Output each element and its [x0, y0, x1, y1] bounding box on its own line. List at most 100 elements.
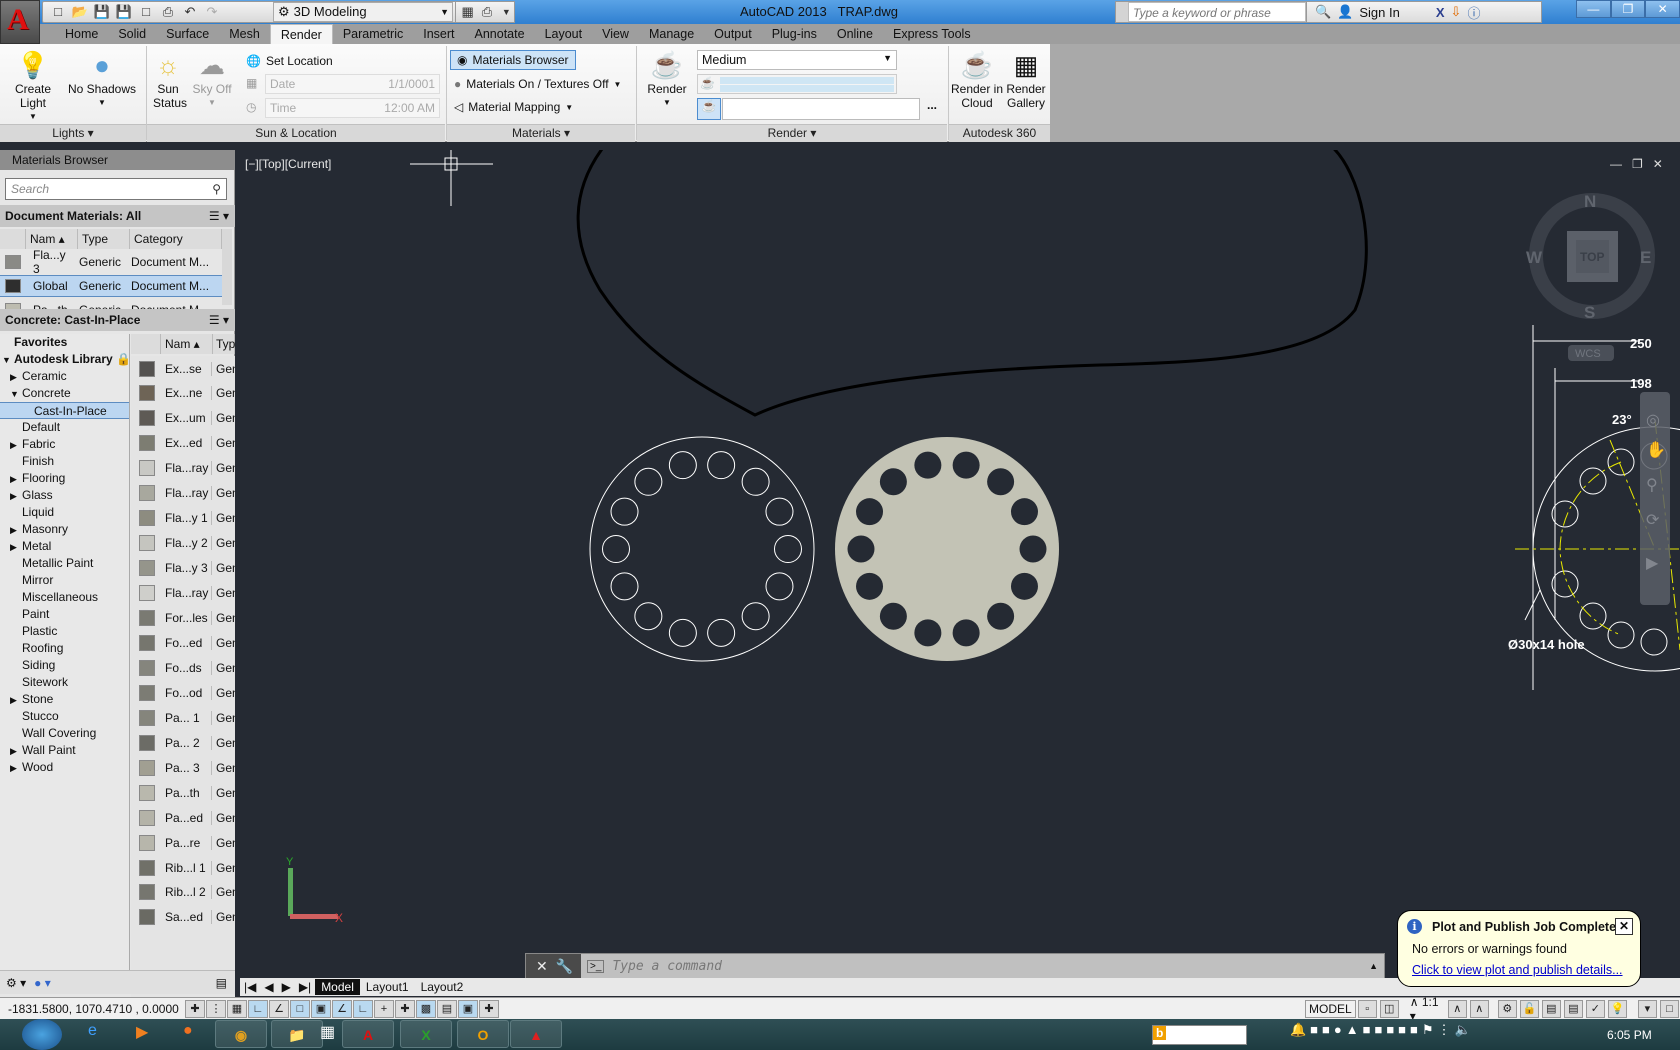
library-material-row[interactable]: Rib...l 1Gen	[131, 855, 235, 880]
library-material-row[interactable]: Pa...reGen	[131, 830, 235, 855]
tree-item-glass[interactable]: ▶ Glass	[10, 487, 53, 504]
calculator-icon[interactable]: ▦	[320, 1022, 335, 1042]
publish-icon[interactable]: □	[137, 4, 155, 20]
sun-status-button[interactable]: ☼ Sun Status	[150, 48, 187, 110]
tree-item-finish[interactable]: Finish	[10, 453, 54, 470]
lib-column-type[interactable]: Typ	[213, 334, 235, 354]
snap-toggle[interactable]: ⋮	[206, 999, 226, 1018]
tree-item-sitework[interactable]: Sitework	[10, 674, 68, 691]
render-in-cloud-button[interactable]: ☕ Render in Cloud	[950, 48, 1004, 110]
properties-icon[interactable]: ▦	[460, 4, 475, 20]
library-material-row[interactable]: Fla...y 1Gen	[131, 506, 235, 531]
library-material-row[interactable]: Fla...rayGen	[131, 456, 235, 481]
column-type[interactable]: Type	[78, 229, 130, 249]
viewport-controls-label[interactable]: [−][Top][Current]	[245, 157, 331, 171]
library-material-row[interactable]: Fla...y 3Gen	[131, 556, 235, 581]
chrome-taskbar-button[interactable]: ◉	[215, 1020, 267, 1048]
open-icon[interactable]: 📂	[71, 4, 89, 20]
transparency-toggle[interactable]: ▩	[416, 999, 436, 1018]
library-material-row[interactable]: Pa... 2Gen	[131, 730, 235, 755]
tab-online[interactable]: Online	[827, 24, 883, 44]
gear-icon[interactable]: ⚙ ▾	[6, 976, 26, 990]
polar-toggle[interactable]: ∠	[269, 999, 289, 1018]
internet-explorer-icon[interactable]: e	[88, 1022, 97, 1040]
browse-button[interactable]: ...	[920, 98, 944, 120]
auto-scale[interactable]: ∧	[1469, 1000, 1489, 1018]
coordinate-readout[interactable]: -1831.5800, 1070.4710 , 0.0000	[0, 1002, 185, 1016]
otrack-toggle[interactable]: ∠	[332, 999, 352, 1018]
system-tray-icons[interactable]: 🔔■■●▲■■■■■⚑⋮🔈	[1290, 1022, 1475, 1038]
help-icon[interactable]: ⓘ	[1467, 3, 1480, 22]
render-quality-dropdown[interactable]: Medium ▼	[697, 50, 897, 70]
workspace-dropdown[interactable]: ⚙ 3D Modeling ▼	[273, 2, 453, 22]
palette-title-bar[interactable]: Materials Browser	[0, 150, 235, 170]
grid-toggle[interactable]: ▦	[227, 999, 247, 1018]
plot-status-icon[interactable]: ▤	[1563, 1000, 1583, 1018]
tree-favorites[interactable]: Favorites	[14, 334, 67, 351]
tree-item-masonry[interactable]: ▶ Masonry	[10, 521, 68, 538]
annotation-monitor-toggle[interactable]: ✚	[479, 999, 499, 1018]
command-history-toggle[interactable]: ▲	[1369, 961, 1378, 971]
close-button[interactable]: ✕	[1645, 0, 1680, 18]
document-material-row[interactable]: Fla...y 3 Generic Document M...	[0, 248, 222, 276]
save-icon[interactable]: 💾	[93, 4, 111, 20]
tree-item-plastic[interactable]: Plastic	[10, 623, 57, 640]
bing-search-box[interactable]: b	[1152, 1025, 1247, 1045]
render-output-path[interactable]	[722, 98, 920, 120]
tab-layout[interactable]: Layout	[535, 24, 593, 44]
plot-details-link[interactable]: Click to view plot and publish details..…	[1412, 963, 1623, 977]
tree-item-miscellaneous[interactable]: Miscellaneous	[10, 589, 98, 606]
first-layout-icon[interactable]: |◀	[240, 980, 260, 994]
tree-item-paint[interactable]: Paint	[10, 606, 49, 623]
sky-off-button[interactable]: ☁ Sky Off ▼	[192, 48, 232, 110]
library-material-row[interactable]: Pa...thGen	[131, 780, 235, 805]
ortho-toggle[interactable]: ∟	[248, 999, 268, 1018]
dyn-toggle[interactable]: +	[374, 999, 394, 1018]
publish-status-icon[interactable]: ✓	[1585, 1000, 1605, 1018]
render-panel-title[interactable]: Render ▾	[637, 124, 947, 142]
tab-layout1[interactable]: Layout1	[360, 979, 415, 995]
minimize-button[interactable]: —	[1576, 0, 1611, 18]
column-name[interactable]: Nam ▴	[26, 229, 78, 249]
clean-screen-icon[interactable]: □	[1659, 1000, 1679, 1018]
tab-plug-ins[interactable]: Plug-ins	[762, 24, 827, 44]
date-field[interactable]: Date 1/1/0001	[265, 74, 440, 94]
time-field[interactable]: Time 12:00 AM	[265, 98, 440, 118]
column-category[interactable]: Category	[130, 229, 222, 249]
tree-autodesk-library[interactable]: ▼ Autodesk Library 🔒	[2, 351, 131, 368]
drawing-viewport[interactable]: 250 198 23° Ø30x14 hole WCS TOP N S E W …	[240, 150, 1680, 978]
tab-mesh[interactable]: Mesh	[219, 24, 270, 44]
tree-item-wall-covering[interactable]: Wall Covering	[10, 725, 96, 742]
quick-view-layouts[interactable]: ▫	[1357, 1000, 1377, 1018]
undo-icon[interactable]: ↶	[181, 4, 199, 20]
tree-item-stone[interactable]: ▶ Stone	[10, 691, 53, 708]
model-space-button[interactable]: MODEL	[1305, 1000, 1356, 1018]
tab-insert[interactable]: Insert	[413, 24, 464, 44]
library-material-row[interactable]: Ex...umGen	[131, 406, 235, 431]
application-menu-button[interactable]: A	[0, 0, 40, 44]
tree-item-liquid[interactable]: Liquid	[10, 504, 54, 521]
ducs-toggle[interactable]: ∟	[353, 999, 373, 1018]
isolate-objects-icon[interactable]: 💡	[1607, 1000, 1627, 1018]
document-material-row[interactable]: Global Generic Document M...	[0, 275, 222, 297]
media-player-icon[interactable]: ▶	[136, 1022, 148, 1042]
tab-parametric[interactable]: Parametric	[333, 24, 413, 44]
excel-taskbar-button[interactable]: X	[400, 1020, 452, 1048]
acrobat-taskbar-button[interactable]: ▲	[510, 1020, 562, 1048]
materials-panel-title[interactable]: Materials ▾	[447, 124, 635, 142]
restore-viewport-icon[interactable]: ❐	[1632, 157, 1643, 171]
lock-toolbar-icon[interactable]: 🔓	[1519, 1000, 1539, 1018]
minimize-viewport-icon[interactable]: —	[1610, 157, 1622, 171]
library-material-row[interactable]: Fo...dsGen	[131, 655, 235, 680]
tab-model[interactable]: Model	[315, 979, 360, 995]
tree-item-siding[interactable]: Siding	[10, 657, 55, 674]
tree-item-wood[interactable]: ▶ Wood	[10, 759, 53, 776]
quick-view-drawings[interactable]: ◫	[1379, 1000, 1399, 1018]
infer-constraints-toggle[interactable]: ✚	[185, 999, 205, 1018]
tab-annotate[interactable]: Annotate	[465, 24, 535, 44]
tab-solid[interactable]: Solid	[108, 24, 156, 44]
explorer-taskbar-button[interactable]: 📁	[271, 1020, 323, 1048]
tree-item-cast-in-place[interactable]: Cast-In-Place	[0, 402, 129, 419]
close-command-icon[interactable]: ✕	[536, 958, 548, 975]
close-notification-button[interactable]: ✕	[1615, 918, 1633, 935]
